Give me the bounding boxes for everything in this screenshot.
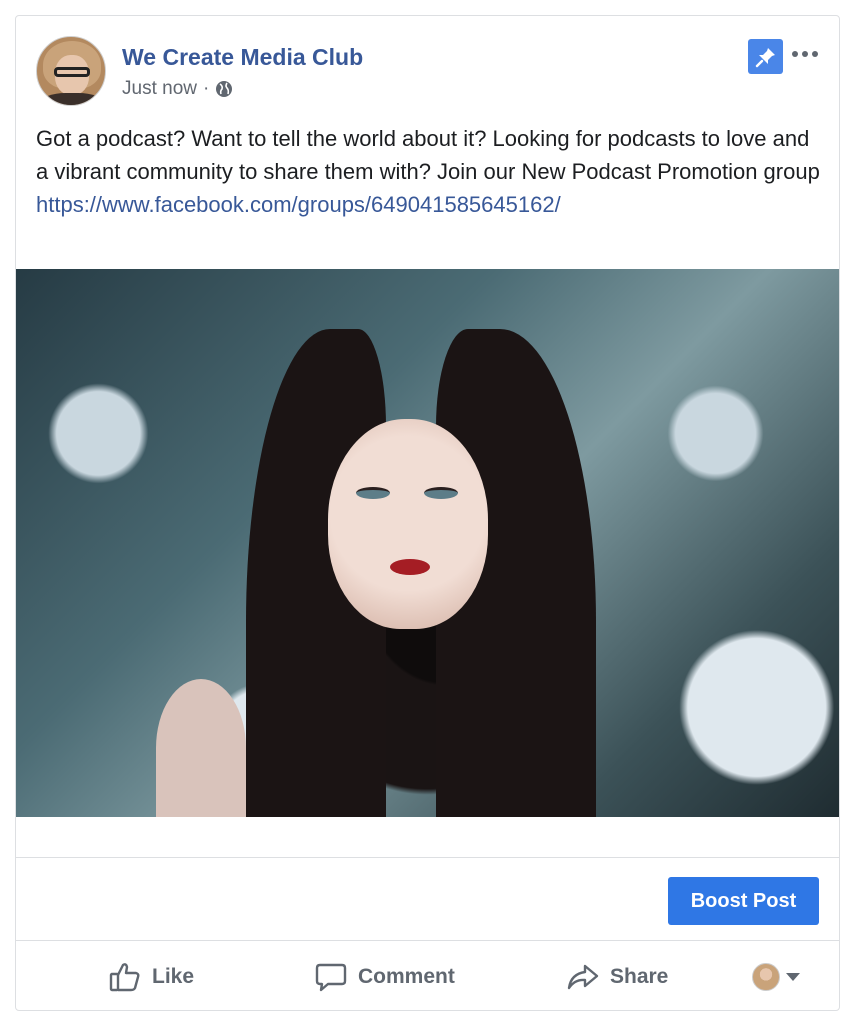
post-timestamp[interactable]: Just now [122, 78, 197, 100]
globe-icon[interactable] [215, 80, 233, 98]
divider [16, 857, 839, 858]
comment-label: Comment [358, 965, 455, 988]
post-header: We Create Media Club Just now · [36, 36, 821, 108]
share-label: Share [610, 965, 669, 988]
pin-post-button[interactable] [748, 39, 783, 74]
post-action-bar: Like Comment Share [16, 941, 839, 1011]
like-label: Like [152, 965, 195, 988]
share-icon [567, 964, 599, 990]
chevron-down-icon [786, 973, 800, 981]
more-options-icon [792, 51, 798, 57]
post-photo[interactable] [16, 269, 839, 817]
thumbs-up-icon [109, 963, 140, 992]
post-text: Got a podcast? Want to tell the world ab… [36, 126, 820, 184]
share-button[interactable]: Share [566, 955, 668, 999]
comment-button[interactable]: Comment [314, 955, 455, 999]
like-button[interactable]: Like [108, 955, 194, 999]
post-link[interactable]: https://www.facebook.com/groups/64904158… [36, 192, 561, 217]
pin-icon [755, 47, 775, 67]
user-avatar [752, 963, 780, 991]
post-card: We Create Media Club Just now · Got a po… [15, 15, 840, 1011]
post-meta: Just now · [122, 78, 233, 100]
post-as-selector[interactable] [752, 963, 800, 991]
meta-separator: · [202, 78, 210, 99]
boost-post-button[interactable]: Boost Post [668, 877, 819, 925]
post-body: Got a podcast? Want to tell the world ab… [36, 122, 821, 221]
comment-icon [315, 963, 347, 992]
more-options-button[interactable] [789, 44, 821, 64]
page-name-link[interactable]: We Create Media Club [122, 44, 363, 71]
page-avatar[interactable] [36, 36, 106, 106]
